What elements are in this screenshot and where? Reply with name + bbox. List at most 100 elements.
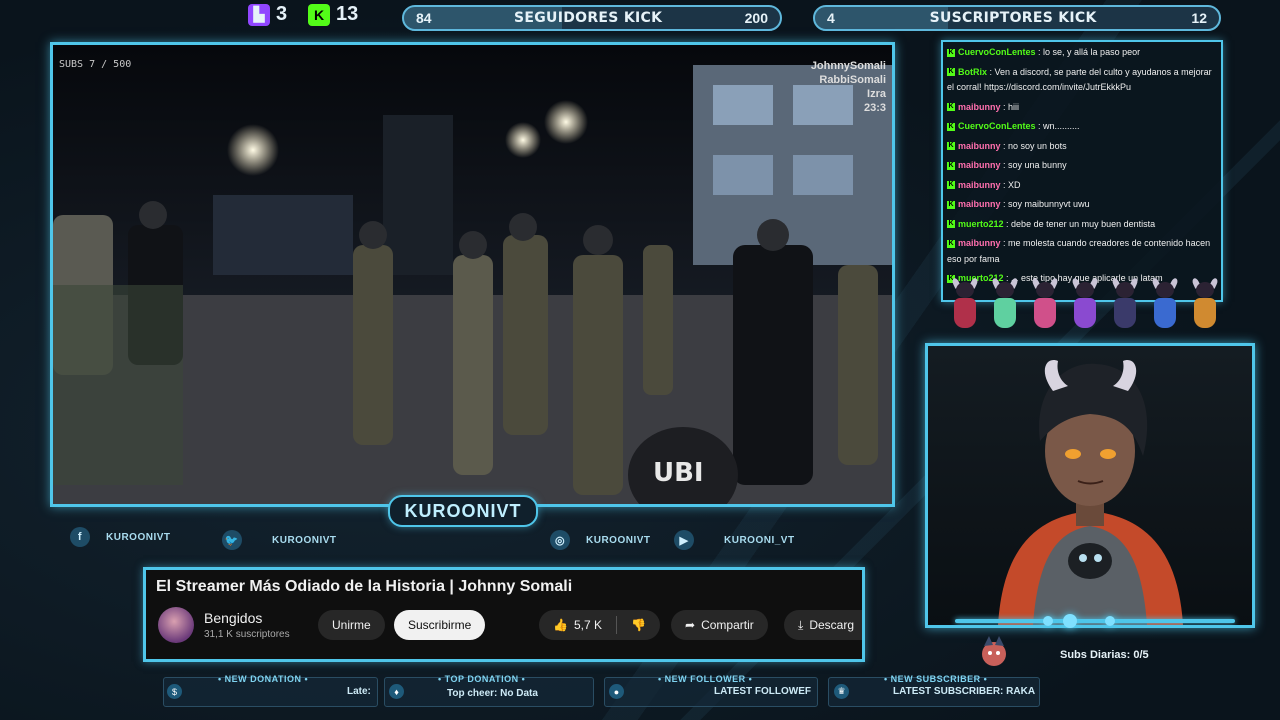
event-label: • NEW DONATION • [218, 674, 309, 684]
chat-username[interactable]: maibunny [958, 102, 1001, 112]
share-button[interactable]: ➦ Compartir [671, 610, 768, 640]
kick-badge-icon: K [947, 200, 955, 209]
vtuber-cam [925, 343, 1255, 628]
cam-slider [955, 612, 1235, 630]
social-youtube: ▶ KUROONI_VT [674, 530, 795, 550]
chibi-figures-row [948, 277, 1230, 332]
kick-badge-icon: K [947, 161, 955, 170]
chat-username[interactable]: CuervoConLentes [958, 47, 1036, 57]
chat-panel[interactable]: K CuervoConLentes : lo se, y allá la paso… [941, 40, 1223, 302]
subs-daily-counter: Subs Diarias: 0/5 [1060, 649, 1149, 661]
video-title: El Streamer Más Odiado de la Historia | … [156, 578, 573, 595]
watermark-line: Izra [867, 88, 886, 100]
kick-badge-icon: K [947, 142, 955, 151]
main-video[interactable]: UBI SUBS 7 / 500 JohnnySomali RabbiSomal… [50, 42, 895, 507]
event-label: • NEW FOLLOWER • [658, 674, 753, 684]
subscribe-button[interactable]: Suscribirme [394, 610, 486, 640]
watermark-line: RabbiSomali [819, 74, 886, 86]
dollar-icon: $ [167, 684, 182, 699]
event-value: Top cheer: No Data [447, 688, 538, 699]
social-label: KUROONI_VT [724, 534, 795, 546]
chat-message: Kmaibunny : hiii [947, 101, 1020, 112]
chat-username[interactable]: maibunny [958, 199, 1001, 209]
chat-text: debe de tener un muy buen dentista [1011, 218, 1156, 229]
dislike-button[interactable]: 👎 [631, 618, 646, 632]
subs-goal-target: 12 [1191, 10, 1207, 26]
vest-text: UBI [653, 458, 704, 488]
chat-text: no soy un bots [1008, 140, 1067, 151]
vtuber-avatar [998, 360, 1183, 625]
chibi-figure [1028, 277, 1062, 330]
download-button[interactable]: ⤓ Descarg [784, 610, 862, 640]
social-facebook: f KUROONIVT [70, 527, 171, 547]
chat-text: lo se, y allá la paso peor [1043, 47, 1141, 57]
subs-goal-bar: 4 SUSCRIPTORES KICK 12 [813, 5, 1221, 31]
social-twitter: 🐦 KUROONIVT [222, 530, 337, 550]
event-value: LATEST FOLLOWEF [714, 686, 812, 697]
event-label: • TOP DONATION • [438, 674, 526, 684]
pill-divider [615, 616, 617, 634]
youtube-info-panel: El Streamer Más Odiado de la Historia | … [143, 567, 865, 662]
like-count: 5,7 K [573, 618, 602, 632]
slider-track [955, 619, 1235, 623]
subscriber-count: 31,1 K suscriptores [204, 629, 290, 640]
social-label: KUROONIVT [106, 531, 171, 543]
video-watermark: JohnnySomali RabbiSomali Izra 23:3 [811, 59, 886, 115]
download-icon: ⤓ [798, 617, 804, 632]
kick-badge-icon: K [947, 220, 955, 229]
kick-icon: K [308, 3, 330, 26]
chat-text: hiii [1008, 101, 1020, 112]
twitch-icon: ▙ [248, 3, 270, 26]
chat-message: Kmaibunny : me molesta cuando creadores … [947, 238, 1211, 264]
crown-icon: ♛ [834, 684, 849, 699]
channel-tag: KUROONIVT [388, 495, 538, 527]
video-scene: UBI [53, 45, 892, 504]
channel-name[interactable]: Bengidos [204, 610, 262, 626]
chibi-figure [1068, 277, 1102, 330]
event-label: • NEW SUBSCRIBER • [884, 674, 988, 684]
kick-count: 13 [336, 3, 359, 25]
chibi-figure [988, 277, 1022, 330]
followers-goal-title: SEGUIDORES KICK [514, 10, 663, 26]
channel-avatar[interactable] [158, 607, 194, 643]
kick-badge-icon: K [947, 68, 955, 77]
thumbs-up-icon: 👍 [553, 618, 568, 632]
drop-icon: ♦ [389, 684, 404, 699]
twitch-counter: ▙ 3 [248, 3, 287, 26]
subs-overlay: SUBS 7 / 500 [59, 59, 132, 70]
join-button[interactable]: Unirme [318, 610, 385, 640]
chat-message: K BotRix : Ven a discord, se parte del cu… [947, 66, 1212, 92]
chat-username[interactable]: maibunny [958, 160, 1001, 170]
youtube-icon: ▶ [674, 530, 694, 550]
chat-message: K CuervoConLentes : lo se, y allá la paso… [947, 47, 1141, 57]
chat-username[interactable]: maibunny [958, 141, 1001, 151]
chat-text: XD [1008, 179, 1021, 190]
twitch-count: 3 [276, 3, 288, 25]
chat-username[interactable]: maibunny [958, 238, 1001, 248]
chat-text: soy una bunny [1008, 160, 1067, 170]
chibi-figure [948, 277, 982, 330]
chat-username[interactable]: muerto212 [958, 219, 1004, 229]
event-value: LATEST SUBSCRIBER: RAKA [893, 686, 1036, 697]
kick-counter: K 13 [308, 3, 358, 26]
chat-username[interactable]: maibunny [958, 180, 1001, 190]
watermark-line: JohnnySomali [810, 60, 886, 72]
watermark-line: 23:3 [863, 102, 886, 114]
slider-dot [1043, 616, 1053, 626]
share-label: Compartir [701, 618, 754, 632]
chat-message: Kmaibunny : no soy un bots [947, 140, 1067, 151]
social-instagram: ◎ KUROONIVT [550, 530, 651, 550]
event-value: Late: [347, 686, 371, 697]
mascot-icon [982, 636, 1006, 666]
like-button[interactable]: 👍 5,7 K [553, 618, 602, 632]
chibi-figure [1108, 277, 1142, 330]
chibi-figure [1188, 277, 1222, 330]
social-label: KUROONIVT [272, 534, 337, 546]
chat-text: soy maibunnyvt uwu [1008, 199, 1090, 209]
chibi-figure [1148, 277, 1182, 330]
chat-username[interactable]: BotRix [958, 67, 987, 77]
kick-badge-icon: K [947, 239, 955, 248]
user-icon: ● [609, 684, 624, 699]
chat-username[interactable]: CuervoConLentes [958, 121, 1036, 131]
like-dislike-pill: 👍 5,7 K 👎 [539, 610, 660, 640]
